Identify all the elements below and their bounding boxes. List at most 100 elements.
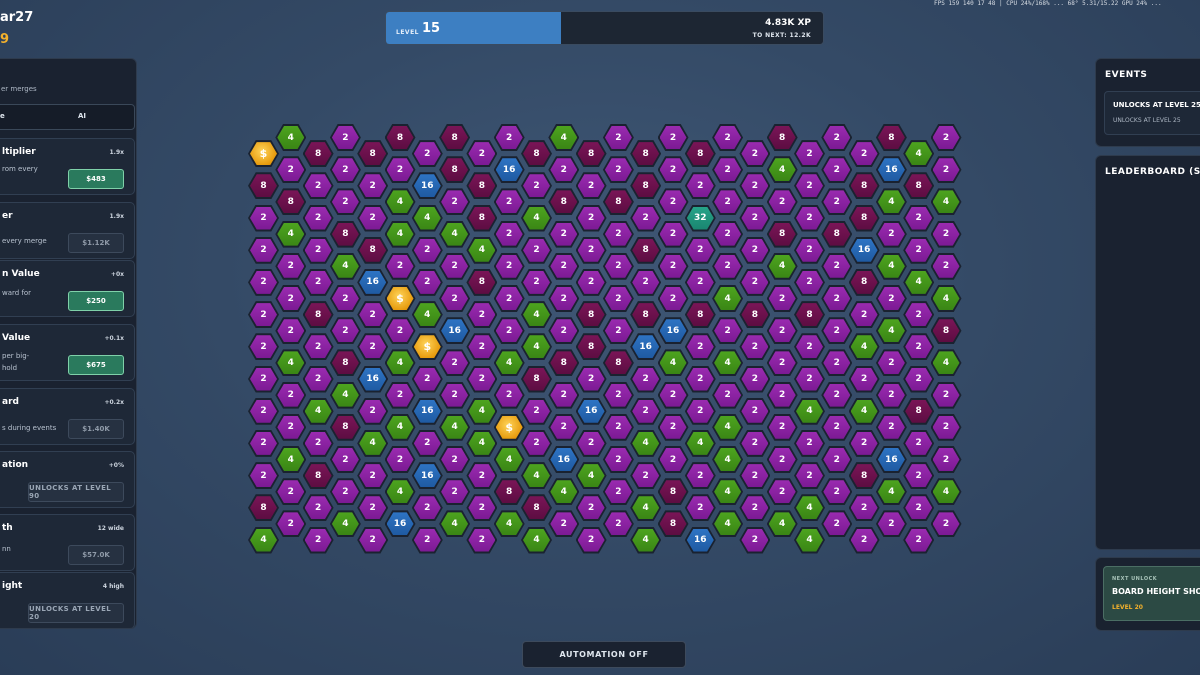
hex-tile[interactable]: 4 (439, 220, 471, 248)
hex-tile[interactable]: 4 (630, 494, 662, 522)
hex-tile[interactable]: 2 (357, 333, 389, 361)
hex-tile[interactable]: 2 (493, 381, 525, 409)
hex-tile[interactable]: 2 (275, 510, 307, 538)
hex-tile[interactable]: 2 (329, 446, 361, 473)
hex-tile[interactable]: 8 (248, 494, 279, 522)
hex-tile[interactable]: 2 (329, 156, 361, 184)
hex-tile[interactable]: 2 (684, 268, 716, 296)
hex-tile[interactable]: 8 (684, 301, 716, 329)
hex-tile[interactable]: 4 (275, 220, 307, 248)
hex-tile[interactable]: 4 (766, 252, 798, 280)
hex-tile[interactable]: 16 (411, 172, 443, 200)
hex-tile[interactable]: 2 (739, 204, 771, 232)
hex-tile[interactable]: 2 (848, 140, 880, 168)
hex-tile[interactable]: 8 (630, 301, 662, 329)
hex-tile[interactable]: 8 (521, 494, 552, 522)
hex-tile[interactable]: 2 (275, 413, 307, 441)
hex-tile[interactable]: 2 (794, 462, 825, 490)
hex-tile[interactable]: 8 (602, 349, 634, 377)
hex-tile[interactable]: 2 (302, 494, 334, 522)
hex-tile[interactable]: 4 (248, 526, 279, 554)
hex-tile[interactable]: 2 (548, 285, 580, 312)
hex-tile[interactable]: 2 (248, 429, 279, 457)
hex-tile[interactable]: 4 (439, 510, 471, 538)
hex-tile[interactable]: 2 (329, 317, 361, 345)
hex-tile[interactable]: 2 (684, 397, 716, 425)
hex-tile[interactable]: 2 (712, 156, 744, 184)
hex-tile[interactable]: 4 (794, 397, 825, 425)
hex-tile[interactable]: 8 (930, 317, 962, 345)
hex-tile[interactable]: 4 (493, 446, 525, 473)
hex-tile[interactable]: 2 (903, 462, 935, 490)
hex-tile[interactable]: 2 (903, 365, 935, 393)
hex-tile[interactable]: 4 (930, 188, 962, 216)
hex-tile[interactable]: 2 (848, 494, 880, 522)
hex-tile[interactable]: 2 (875, 220, 907, 248)
hex-tile[interactable]: 2 (766, 446, 798, 473)
hex-tile[interactable]: 2 (411, 140, 443, 168)
hex-tile[interactable]: 2 (302, 236, 334, 264)
hex-tile[interactable]: 4 (548, 124, 580, 151)
hex-tile[interactable]: 4 (466, 236, 498, 264)
hex-tile[interactable]: 4 (411, 204, 443, 232)
hex-tile[interactable]: 16 (548, 446, 580, 473)
hex-tile[interactable]: 2 (794, 268, 825, 296)
hex-tile[interactable]: 4 (548, 478, 580, 506)
hex-tile[interactable]: 8 (302, 462, 334, 490)
tab-manual[interactable]: e (0, 112, 5, 120)
hex-tile[interactable]: 2 (521, 429, 552, 457)
hex-tile[interactable]: 2 (493, 124, 525, 151)
hex-tile[interactable]: 2 (548, 317, 580, 345)
hex-tile[interactable]: 2 (329, 478, 361, 506)
hex-tile[interactable]: 2 (739, 172, 771, 200)
hex-tile[interactable]: 4 (630, 429, 662, 457)
hex-tile[interactable]: 2 (630, 365, 662, 393)
hex-tile[interactable]: 8 (521, 140, 552, 168)
hex-tile[interactable]: 2 (493, 285, 525, 312)
hex-tile[interactable]: 2 (794, 140, 825, 168)
hex-tile[interactable]: 2 (739, 526, 771, 554)
hex-tile[interactable]: 2 (794, 365, 825, 393)
hex-tile[interactable]: 8 (657, 510, 689, 538)
hex-tile[interactable]: 4 (712, 510, 744, 538)
hex-tile[interactable]: 8 (302, 140, 334, 168)
hex-tile[interactable]: 8 (657, 478, 689, 506)
hex-tile[interactable]: 2 (684, 172, 716, 200)
hex-tile[interactable]: 2 (739, 462, 771, 490)
hex-tile[interactable]: 4 (712, 413, 744, 441)
hex-tile[interactable]: 2 (493, 220, 525, 248)
hex-tile[interactable]: 2 (439, 446, 471, 473)
hex-tile[interactable]: 16 (384, 510, 416, 538)
hex-tile[interactable]: 4 (384, 188, 416, 216)
hex-tile[interactable]: 4 (657, 349, 689, 377)
coin-tile[interactable]: $ (248, 140, 279, 168)
hex-tile[interactable]: 4 (930, 349, 962, 377)
hex-tile[interactable]: 4 (521, 204, 552, 232)
hex-tile[interactable]: 2 (657, 124, 689, 151)
hex-tile[interactable]: 2 (357, 462, 389, 490)
hex-tile[interactable]: 8 (521, 365, 552, 393)
hex-tile[interactable]: 8 (493, 478, 525, 506)
hex-tile[interactable]: 2 (275, 252, 307, 280)
hex-tile[interactable]: 4 (329, 510, 361, 538)
hex-tile[interactable]: 2 (930, 156, 962, 184)
upgrade-buy-button[interactable]: $250 (68, 291, 124, 311)
hex-tile[interactable]: 2 (248, 268, 279, 296)
hex-tile[interactable]: 2 (821, 446, 853, 473)
hex-tile[interactable]: 2 (712, 188, 744, 216)
hex-tile[interactable]: 2 (930, 510, 962, 538)
hex-tile[interactable]: 2 (466, 462, 498, 490)
hex-tile[interactable]: 2 (302, 365, 334, 393)
hex-tile[interactable]: 16 (630, 333, 662, 361)
hex-tile[interactable]: 2 (275, 478, 307, 506)
hex-tile[interactable]: 2 (248, 397, 279, 425)
hex-tile[interactable]: 2 (657, 446, 689, 473)
hex-tile[interactable]: 2 (384, 381, 416, 409)
hex-tile[interactable]: 2 (411, 268, 443, 296)
hex-tile[interactable]: 2 (657, 252, 689, 280)
hex-tile[interactable]: 2 (357, 204, 389, 232)
hex-tile[interactable]: 2 (384, 156, 416, 184)
hex-tile[interactable]: 2 (439, 349, 471, 377)
hex-tile[interactable]: 2 (684, 236, 716, 264)
hex-tile[interactable]: 16 (875, 446, 907, 473)
